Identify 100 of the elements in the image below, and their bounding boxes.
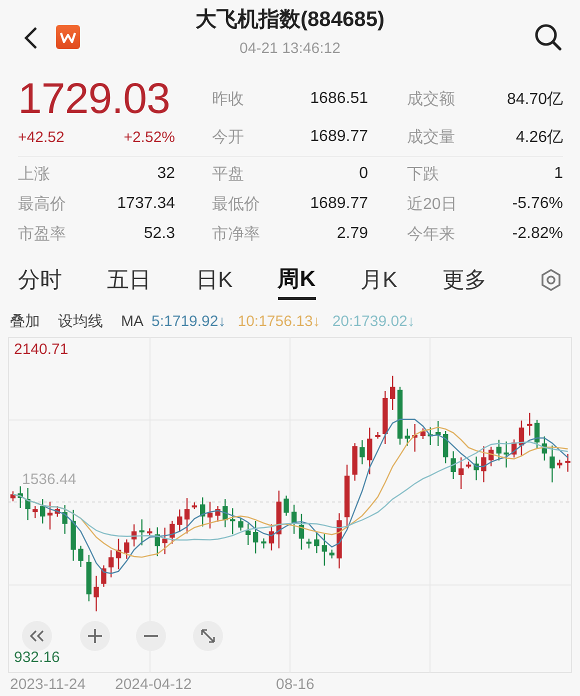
candlestick xyxy=(177,509,182,532)
candlestick xyxy=(420,428,426,439)
candlestick xyxy=(466,462,472,468)
candlestick xyxy=(101,565,106,587)
search-icon[interactable] xyxy=(533,22,563,52)
candlestick xyxy=(184,498,190,534)
stat-label: 市盈率 xyxy=(18,224,66,244)
stat-value: 1737.34 xyxy=(117,195,175,213)
candlestick xyxy=(436,421,441,446)
candlestick xyxy=(246,524,251,545)
candlestick xyxy=(54,506,60,517)
stat-label: 下跌 xyxy=(407,164,439,184)
overlay-link[interactable]: 叠加 xyxy=(10,312,40,330)
chart-tab[interactable]: 周K xyxy=(278,260,316,300)
stat-label: 近20日 xyxy=(407,194,457,214)
candlestick xyxy=(32,506,38,518)
candlestick xyxy=(442,431,448,464)
candlestick xyxy=(154,527,160,556)
back-icon[interactable] xyxy=(24,26,38,50)
candlestick xyxy=(40,499,46,524)
stat-label: 今年来 xyxy=(407,224,455,244)
candlestick xyxy=(542,436,548,461)
candlestick xyxy=(404,428,410,446)
candlestick xyxy=(192,502,198,510)
candlestick xyxy=(170,520,175,544)
settings-icon[interactable] xyxy=(540,268,562,292)
candlestick xyxy=(10,491,16,502)
candlestick xyxy=(367,428,372,474)
candlestick xyxy=(291,504,297,534)
ma-settings-link[interactable]: 设均线 xyxy=(58,312,103,330)
stat-value: 4.26亿 xyxy=(516,128,563,148)
candlestick xyxy=(496,440,502,461)
stat-value: 52.3 xyxy=(144,225,175,243)
price-change: +42.52 xyxy=(18,128,64,146)
candlestick xyxy=(511,439,517,458)
candlestick xyxy=(124,539,130,559)
plus-icon xyxy=(87,628,103,644)
moving-average-value: 10:1756.13↓ xyxy=(238,312,320,330)
candlestick xyxy=(131,524,137,546)
stat-value: 2.79 xyxy=(336,225,368,243)
candlestick xyxy=(261,538,266,548)
stat-value: 1 xyxy=(554,165,563,183)
stat-label: 市净率 xyxy=(212,224,260,244)
date-label: 2024-04-12 xyxy=(115,676,192,693)
candlestick xyxy=(557,460,562,468)
candlestick xyxy=(18,486,23,508)
candlestick xyxy=(534,420,540,448)
stat-label: 成交额 xyxy=(407,90,455,110)
scroll-back-button[interactable] xyxy=(22,621,52,651)
stat-label: 平盘 xyxy=(212,164,244,184)
double-chevron-icon xyxy=(29,629,45,643)
candlestick xyxy=(565,454,570,472)
candlestick xyxy=(94,576,99,612)
zoom-in-button[interactable] xyxy=(80,621,110,651)
candlestick xyxy=(306,538,312,548)
candlestick xyxy=(344,464,350,528)
stat-label: 今开 xyxy=(212,128,244,148)
stat-label: 最低价 xyxy=(212,194,260,214)
candlestick xyxy=(108,550,114,578)
chart-tab[interactable]: 五日 xyxy=(107,260,151,300)
moving-average-value: 20:1739.02↓ xyxy=(332,312,415,330)
stat-label: 成交量 xyxy=(407,128,455,148)
candlestick xyxy=(238,518,244,531)
candlestick xyxy=(215,506,220,522)
current-price: 1729.03 xyxy=(18,74,170,124)
fullscreen-button[interactable] xyxy=(193,621,223,651)
candlestick xyxy=(450,451,456,480)
candlestick xyxy=(504,442,509,468)
candlestick xyxy=(47,502,53,530)
candlestick xyxy=(78,546,84,567)
candlestick xyxy=(314,532,320,554)
stat-label: 上涨 xyxy=(18,164,50,184)
index-title: 大飞机指数(884685) xyxy=(195,7,385,33)
chart-tab[interactable]: 分时 xyxy=(18,260,62,300)
chart-tab[interactable]: 更多 xyxy=(442,260,486,300)
chart-tab[interactable]: 月K xyxy=(360,260,398,300)
candlestick xyxy=(284,496,289,516)
candlestick xyxy=(375,432,380,439)
candlestick xyxy=(352,443,358,481)
stat-value: -2.82% xyxy=(512,225,563,243)
candlestick xyxy=(336,513,342,568)
candlestick xyxy=(329,550,334,558)
stat-label: 最高价 xyxy=(18,194,66,214)
candlestick xyxy=(488,446,494,466)
expand-arrows-icon xyxy=(200,628,216,644)
ma-label: MA xyxy=(121,312,144,330)
candlestick xyxy=(252,521,258,554)
candlestick xyxy=(458,457,464,490)
zoom-out-button[interactable] xyxy=(136,621,166,651)
candlestick xyxy=(390,376,396,410)
axis-reference-label: 1536.44 xyxy=(22,471,76,488)
chart-tab[interactable]: 日K xyxy=(196,260,233,300)
app-logo-icon[interactable] xyxy=(56,25,80,49)
date-label: 08-16 xyxy=(276,676,314,693)
candlestick xyxy=(481,446,486,482)
stat-value: 32 xyxy=(157,165,175,183)
axis-max-label: 2140.71 xyxy=(14,341,68,358)
candlestick xyxy=(147,528,152,536)
candlestick xyxy=(412,424,418,452)
date-label: 2023-11-24 xyxy=(10,676,86,693)
